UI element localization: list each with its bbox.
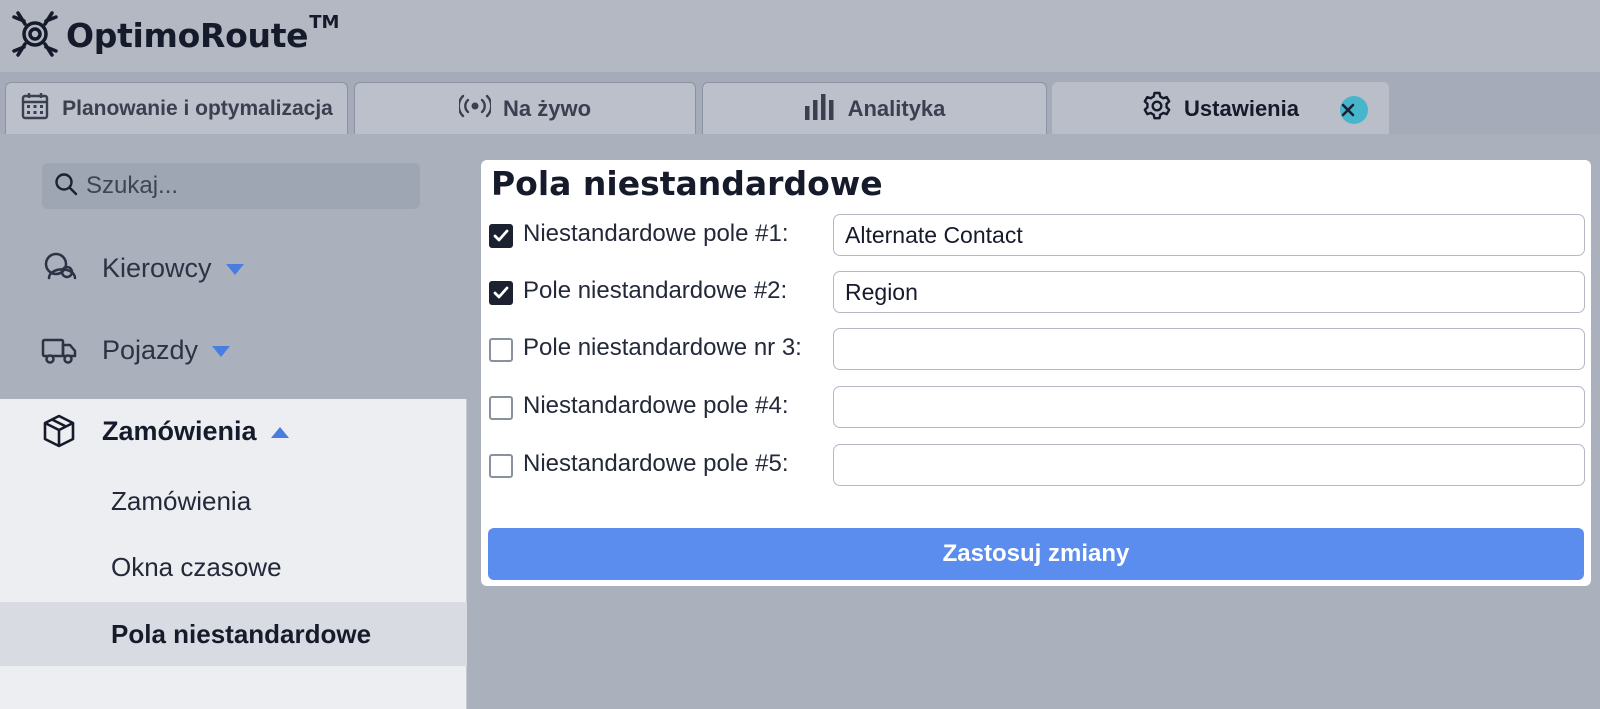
live-broadcast-icon xyxy=(457,93,503,125)
custom-fields-panel: Pola niestandardowe Niestandardowe pole … xyxy=(481,160,1591,586)
trademark-mark: TM xyxy=(309,11,340,33)
chevron-up-icon xyxy=(270,426,289,438)
sidebar-item-vehicles[interactable]: Pojazdy xyxy=(0,320,467,380)
chevron-down-icon xyxy=(212,345,231,357)
custom-field-input-3[interactable] xyxy=(833,328,1585,370)
sidebar-item-orders[interactable]: Zamówienia xyxy=(0,401,467,461)
custom-field-row-4: Niestandardowe pole #4: xyxy=(481,385,1591,429)
custom-field-checkbox-1[interactable] xyxy=(489,224,513,248)
custom-field-label: Pole niestandardowe #2: xyxy=(523,277,788,304)
sidebar-subitem-time-windows[interactable]: Okna czasowe xyxy=(0,535,467,599)
custom-field-input-4[interactable] xyxy=(833,386,1585,428)
custom-field-row-3: Pole niestandardowe nr 3: xyxy=(481,327,1591,371)
checkmark-icon xyxy=(493,229,509,242)
apply-changes-button[interactable]: Zastosuj zmiany xyxy=(488,528,1584,580)
tab-settings[interactable]: Ustawienia xyxy=(1052,82,1389,134)
sidebar-subitem-orders[interactable]: Zamówienia xyxy=(0,469,467,533)
close-tab-button[interactable] xyxy=(1340,96,1368,124)
tab-analytics[interactable]: Analityka xyxy=(702,82,1047,134)
custom-field-input-2[interactable] xyxy=(833,271,1585,313)
custom-field-label: Pole niestandardowe nr 3: xyxy=(523,334,802,361)
custom-field-checkbox-3[interactable] xyxy=(489,338,513,362)
tab-label: Ustawienia xyxy=(1184,95,1299,121)
close-icon xyxy=(1341,97,1367,123)
package-icon xyxy=(41,413,77,454)
sidebar-subitem-custom-fields[interactable]: Pola niestandardowe xyxy=(0,602,467,666)
custom-field-label: Niestandardowe pole #1: xyxy=(523,220,789,247)
sidebar-item-label: Kierowcy xyxy=(102,252,212,283)
tab-planning[interactable]: Planowanie i optymalizacja xyxy=(5,82,348,134)
custom-field-label: Niestandardowe pole #5: xyxy=(523,450,789,477)
sidebar-subitem-label: Pola niestandardowe xyxy=(111,618,372,649)
page-title: Pola niestandardowe xyxy=(491,164,883,203)
sidebar-item-label: Pojazdy xyxy=(102,334,199,365)
tab-label: Na żywo xyxy=(502,95,592,121)
app-name: OptimoRoute xyxy=(66,15,309,55)
sidebar-subitem-label: Zamówienia xyxy=(111,485,252,516)
custom-field-input-5[interactable] xyxy=(833,444,1585,486)
bar-chart-icon xyxy=(804,92,848,126)
truck-icon xyxy=(41,332,77,371)
custom-field-label: Niestandardowe pole #4: xyxy=(523,392,789,419)
gear-icon xyxy=(1142,91,1184,127)
main-tab-bar: Planowanie i optymalizacja Na żywo Anali… xyxy=(0,72,1600,134)
search-input[interactable] xyxy=(86,172,406,200)
sidebar-item-label: Zamówienia xyxy=(102,415,257,446)
logo-icon xyxy=(10,9,60,64)
custom-field-checkbox-5[interactable] xyxy=(489,454,513,478)
app-header: OptimoRoute TM xyxy=(0,0,1600,72)
driver-icon xyxy=(41,250,79,291)
checkmark-icon xyxy=(493,286,509,299)
sidebar-item-drivers[interactable]: Kierowcy xyxy=(0,238,467,298)
sidebar-subitem-label: Okna czasowe xyxy=(111,551,282,582)
app-logo[interactable]: OptimoRoute TM xyxy=(10,8,339,64)
custom-field-checkbox-4[interactable] xyxy=(489,396,513,420)
tab-live[interactable]: Na żywo xyxy=(354,82,696,134)
sidebar-orders-section: Zamówienia Zamówienia Okna czasowe Pola … xyxy=(0,399,467,709)
custom-field-checkbox-2[interactable] xyxy=(489,281,513,305)
tab-label: Planowanie i optymalizacja xyxy=(62,96,333,120)
custom-field-row-1: Niestandardowe pole #1: xyxy=(481,213,1591,257)
chevron-down-icon xyxy=(225,263,244,275)
custom-field-input-1[interactable] xyxy=(833,214,1585,256)
sidebar-search[interactable] xyxy=(42,163,420,209)
custom-field-row-5: Niestandardowe pole #5: xyxy=(481,443,1591,487)
tab-label: Analityka xyxy=(847,95,946,121)
search-icon xyxy=(54,172,78,201)
calendar-icon xyxy=(20,91,62,127)
custom-field-row-2: Pole niestandardowe #2: xyxy=(481,270,1591,314)
